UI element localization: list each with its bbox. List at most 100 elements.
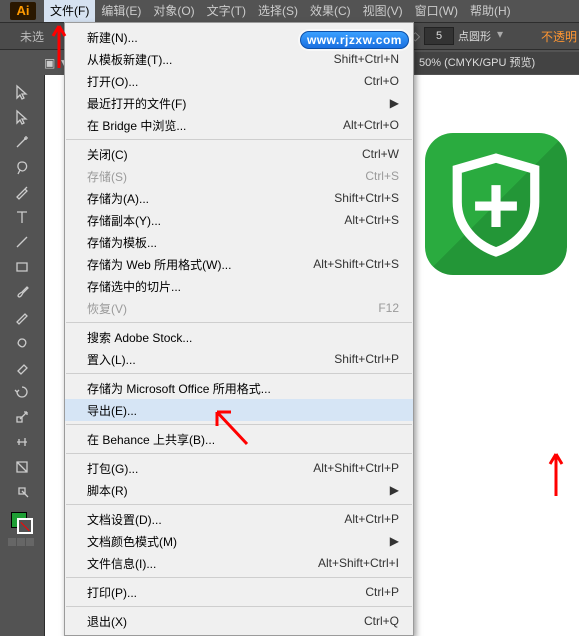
menu-item[interactable]: 存储选中的切片... [65, 275, 413, 297]
annotation-arrow [540, 446, 572, 500]
menu-item: 恢复(V)F12 [65, 297, 413, 319]
menu-item[interactable]: 帮助(H) [464, 0, 517, 22]
eraser-tool[interactable] [11, 356, 33, 378]
rectangle-tool[interactable] [11, 256, 33, 278]
menu-item-shortcut: F12 [378, 301, 399, 315]
lasso-tool[interactable] [11, 156, 33, 178]
separator [66, 453, 412, 454]
separator [66, 606, 412, 607]
selection-tool[interactable] [11, 81, 33, 103]
menu-item-shortcut: Alt+Shift+Ctrl+S [313, 257, 399, 271]
menu-item-label: 在 Bridge 中浏览... [87, 117, 343, 134]
submenu-arrow-icon: ▶ [390, 534, 399, 548]
scale-tool[interactable] [11, 406, 33, 428]
brush-tool[interactable] [11, 281, 33, 303]
menu-item[interactable]: 退出(X)Ctrl+Q [65, 610, 413, 632]
menu-item-shortcut: Shift+Ctrl+N [334, 52, 399, 66]
menu-item-label: 最近打开的文件(F) [87, 95, 390, 112]
annotation-arrow [205, 400, 255, 450]
menu-item[interactable]: 文档颜色模式(M)▶ [65, 530, 413, 552]
blob-tool[interactable] [11, 331, 33, 353]
stroke-color[interactable] [17, 518, 33, 534]
menu-item[interactable]: 存储为(A)...Shift+Ctrl+S [65, 187, 413, 209]
menu-item[interactable]: 文档设置(D)...Alt+Ctrl+P [65, 508, 413, 530]
menu-item-shortcut: Alt+Ctrl+S [344, 213, 399, 227]
stroke-profile-label: 点圆形 [458, 28, 491, 44]
submenu-arrow-icon: ▶ [390, 483, 399, 497]
menu-item[interactable]: 存储为模板... [65, 231, 413, 253]
menu-item[interactable]: 关闭(C)Ctrl+W [65, 143, 413, 165]
menu-item[interactable]: 在 Bridge 中浏览...Alt+Ctrl+O [65, 114, 413, 136]
separator [66, 139, 412, 140]
pen-tool[interactable] [11, 181, 33, 203]
menu-item-label: 搜索 Adobe Stock... [87, 329, 399, 346]
wand-tool[interactable] [11, 131, 33, 153]
menu-item-shortcut: Alt+Ctrl+P [344, 512, 399, 526]
separator [66, 577, 412, 578]
menu-item[interactable]: 对象(O) [147, 0, 200, 22]
free-transform-tool[interactable] [11, 456, 33, 478]
menu-item[interactable]: 存储副本(Y)...Alt+Ctrl+S [65, 209, 413, 231]
menu-item-shortcut: Shift+Ctrl+S [334, 191, 399, 205]
document-tab-info: 50% (CMYK/GPU 预览) [415, 52, 579, 74]
menu-item[interactable]: 打包(G)...Alt+Shift+Ctrl+P [65, 457, 413, 479]
menu-item-label: 存储为 Microsoft Office 所用格式... [87, 380, 399, 397]
line-tool[interactable] [11, 231, 33, 253]
menu-item[interactable]: 效果(C) [304, 0, 357, 22]
direct-selection-tool[interactable] [11, 106, 33, 128]
pencil-tool[interactable] [11, 306, 33, 328]
menu-item-label: 关闭(C) [87, 146, 362, 163]
menu-item-shortcut: Alt+Shift+Ctrl+I [318, 556, 399, 570]
menu-item-label: 存储副本(Y)... [87, 212, 344, 229]
menu-item[interactable]: 从模板新建(T)...Shift+Ctrl+N [65, 48, 413, 70]
submenu-arrow-icon: ▶ [390, 96, 399, 110]
shape-builder-tool[interactable] [11, 481, 33, 503]
menu-item[interactable]: 选择(S) [252, 0, 304, 22]
chevron-down-icon[interactable]: ▾ [493, 27, 507, 45]
fill-stroke-swatch[interactable] [11, 512, 33, 534]
menu-item[interactable]: 打印(P)...Ctrl+P [65, 581, 413, 603]
annotation-arrow [43, 18, 75, 72]
menu-item-label: 脚本(R) [87, 482, 390, 499]
menu-item-label: 存储为模板... [87, 234, 399, 251]
menu-item[interactable]: 编辑(E) [95, 0, 147, 22]
artwork-shield-icon[interactable] [425, 133, 567, 275]
menu-item-label: 打印(P)... [87, 584, 365, 601]
menu-item-shortcut: Ctrl+P [365, 585, 399, 599]
menu-item[interactable]: 存储为 Microsoft Office 所用格式... [65, 377, 413, 399]
menu-item[interactable]: 脚本(R)▶ [65, 479, 413, 501]
menu-item-label: 文档设置(D)... [87, 511, 344, 528]
menu-item[interactable]: 搜索 Adobe Stock... [65, 326, 413, 348]
menu-item-label: 打包(G)... [87, 460, 313, 477]
menu-item-label: 存储(S) [87, 168, 365, 185]
menu-item[interactable]: 视图(V) [357, 0, 409, 22]
tools-panel [0, 75, 45, 636]
menu-item[interactable]: 最近打开的文件(F)▶ [65, 92, 413, 114]
menu-item[interactable]: 窗口(W) [409, 0, 464, 22]
menu-item-shortcut: Shift+Ctrl+P [334, 352, 399, 366]
menubar: 文件(F)编辑(E)对象(O)文字(T)选择(S)效果(C)视图(V)窗口(W)… [0, 0, 579, 22]
menu-item-label: 存储为(A)... [87, 190, 334, 207]
menu-item-label: 打开(O)... [87, 73, 364, 90]
menu-item-shortcut: Alt+Ctrl+O [343, 118, 399, 132]
separator [66, 504, 412, 505]
menu-item[interactable]: 存储为 Web 所用格式(W)...Alt+Shift+Ctrl+S [65, 253, 413, 275]
menu-item[interactable]: 置入(L)...Shift+Ctrl+P [65, 348, 413, 370]
file-menu-dropdown: 新建(N)...Ctrl+N从模板新建(T)...Shift+Ctrl+N打开(… [64, 22, 414, 636]
type-tool[interactable] [11, 206, 33, 228]
stroke-weight-input[interactable] [424, 27, 454, 45]
separator [66, 373, 412, 374]
menu-item[interactable]: 文字(T) [201, 0, 252, 22]
menu-item-shortcut: Ctrl+W [362, 147, 399, 161]
menu-item-shortcut: Ctrl+S [365, 169, 399, 183]
color-mode-minis[interactable] [8, 538, 36, 546]
width-tool[interactable] [11, 431, 33, 453]
menu-item[interactable]: 文件信息(I)...Alt+Shift+Ctrl+I [65, 552, 413, 574]
menu-item-label: 恢复(V) [87, 300, 378, 317]
separator [66, 322, 412, 323]
app-logo: Ai [10, 2, 36, 20]
rotate-tool[interactable] [11, 381, 33, 403]
menu-item-shortcut: Ctrl+Q [364, 614, 399, 628]
menu-item[interactable]: 打开(O)...Ctrl+O [65, 70, 413, 92]
menu-item-label: 置入(L)... [87, 351, 334, 368]
